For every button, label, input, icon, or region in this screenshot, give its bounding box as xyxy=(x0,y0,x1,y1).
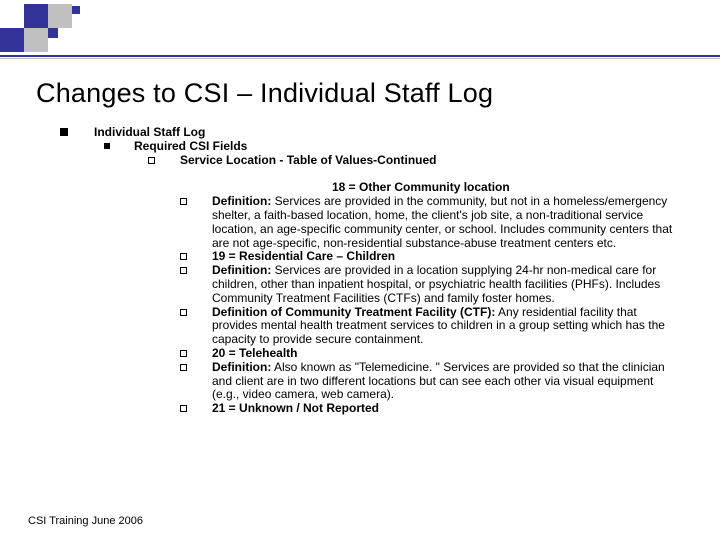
definition-text: Definition of Community Treatment Facili… xyxy=(212,306,680,347)
definition-text: 20 = Telehealth xyxy=(212,347,680,361)
level3-text: Service Location - Table of Values-Conti… xyxy=(180,154,437,168)
definition-text: Definition: Services are provided in a l… xyxy=(212,264,680,305)
definition-row: Definition: Also known as "Telemedicine.… xyxy=(180,361,680,402)
bullet-level-1: Individual Staff Log xyxy=(60,126,680,140)
definition-row: Definition of Community Treatment Facili… xyxy=(180,306,680,347)
definition-row: 19 = Residential Care – Children xyxy=(180,250,680,264)
bullet-level-3: Service Location - Table of Values-Conti… xyxy=(148,154,680,168)
definition-text: Definition: Services are provided in the… xyxy=(212,195,680,250)
open-square-bullet-icon xyxy=(180,364,188,372)
divider-line-dark xyxy=(0,55,720,57)
definition-text: 21 = Unknown / Not Reported xyxy=(212,402,680,416)
footer-text: CSI Training June 2006 xyxy=(28,515,143,527)
bullet-level-2: Required CSI Fields xyxy=(104,140,680,154)
level2-text: Required CSI Fields xyxy=(134,140,247,154)
slide: Changes to CSI – Individual Staff Log In… xyxy=(0,0,720,547)
open-square-bullet-icon xyxy=(180,198,188,206)
divider-line-light xyxy=(0,58,720,59)
definition-row: Definition: Services are provided in a l… xyxy=(180,264,680,305)
open-square-bullet-icon xyxy=(180,309,188,317)
open-square-bullet-icon xyxy=(180,405,188,413)
definition-row: Definition: Services are provided in the… xyxy=(180,195,680,250)
definition-row: 21 = Unknown / Not Reported xyxy=(180,402,680,416)
code-18-label: 18 = Other Community location xyxy=(332,181,680,195)
definition-text: 19 = Residential Care – Children xyxy=(212,250,680,264)
definition-row: 20 = Telehealth xyxy=(180,347,680,361)
slide-title: Changes to CSI – Individual Staff Log xyxy=(36,78,493,109)
open-square-bullet-icon xyxy=(180,253,188,261)
square-bullet-icon xyxy=(104,143,112,151)
definitions-block: 18 = Other Community location Definition… xyxy=(180,181,680,416)
definition-text: Definition: Also known as "Telemedicine.… xyxy=(212,361,680,402)
open-square-bullet-icon xyxy=(180,350,188,358)
open-square-bullet-icon xyxy=(180,267,188,275)
square-bullet-icon xyxy=(60,128,70,138)
slide-content: Individual Staff Log Required CSI Fields… xyxy=(60,126,680,416)
level1-text: Individual Staff Log xyxy=(94,126,205,140)
code-18-text: 18 = Other Community location xyxy=(332,180,510,194)
open-square-bullet-icon xyxy=(148,157,156,165)
